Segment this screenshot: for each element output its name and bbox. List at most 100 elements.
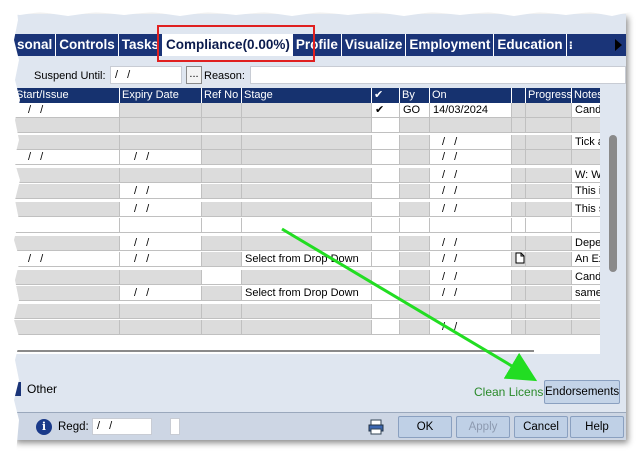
cell-notes[interactable]: [572, 118, 600, 133]
cell-check[interactable]: [372, 270, 400, 285]
cell-ref[interactable]: [202, 202, 242, 217]
cell-start[interactable]: [14, 236, 120, 251]
cell-on[interactable]: / /: [430, 150, 512, 165]
cell-start[interactable]: / /: [14, 252, 120, 267]
suspend-until-input[interactable]: / /: [110, 66, 182, 84]
cell-check[interactable]: [372, 218, 400, 233]
cell-by[interactable]: [400, 304, 430, 319]
cell-notes[interactable]: This ite: [572, 184, 600, 199]
cell-stage[interactable]: [242, 118, 372, 133]
column-header-ref[interactable]: Ref No: [202, 88, 242, 103]
cell-stage[interactable]: [242, 184, 372, 199]
cell-doc[interactable]: [512, 135, 526, 150]
cell-stage[interactable]: [242, 320, 372, 335]
cell-progress[interactable]: [526, 135, 572, 150]
cell-doc[interactable]: [512, 118, 526, 133]
cell-on[interactable]: / /: [430, 135, 512, 150]
cell-expiry[interactable]: [120, 103, 202, 118]
column-header-expiry[interactable]: Expiry Date: [120, 88, 202, 103]
cell-by[interactable]: [400, 150, 430, 165]
cell-start[interactable]: [14, 202, 120, 217]
tab-visualize[interactable]: Visualize: [342, 34, 407, 56]
cell-start[interactable]: / /: [14, 103, 120, 118]
cell-expiry[interactable]: [120, 320, 202, 335]
cell-notes[interactable]: Candid: [572, 270, 600, 285]
cell-doc[interactable]: [512, 103, 526, 118]
cell-check[interactable]: [372, 320, 400, 335]
help-button[interactable]: Help: [570, 416, 624, 438]
cell-doc[interactable]: [512, 270, 526, 285]
cell-on[interactable]: / /: [430, 320, 512, 335]
cell-notes[interactable]: W: Wa: [572, 168, 600, 183]
cell-check[interactable]: ✔: [372, 103, 400, 118]
cell-progress[interactable]: [526, 168, 572, 183]
cell-start[interactable]: [14, 118, 120, 133]
cell-start[interactable]: / /: [14, 150, 120, 165]
cell-expiry[interactable]: / /: [120, 252, 202, 267]
cell-ref[interactable]: [202, 184, 242, 199]
cell-ref[interactable]: [202, 286, 242, 301]
cell-start[interactable]: [14, 286, 120, 301]
cell-ref[interactable]: [202, 168, 242, 183]
tab-employment[interactable]: Employment: [406, 34, 495, 56]
clean-license-link[interactable]: Clean License: [474, 385, 550, 399]
cell-start[interactable]: [14, 168, 120, 183]
cell-stage[interactable]: Select from Drop Down: [242, 252, 372, 267]
reason-input[interactable]: [250, 66, 626, 84]
scroll-thumb[interactable]: [609, 135, 617, 272]
column-header-by[interactable]: By: [400, 88, 430, 103]
cell-progress[interactable]: [526, 320, 572, 335]
cell-expiry[interactable]: / /: [120, 286, 202, 301]
cell-doc[interactable]: [512, 286, 526, 301]
cell-stage[interactable]: [242, 150, 372, 165]
cell-doc[interactable]: [512, 168, 526, 183]
cell-doc[interactable]: [512, 150, 526, 165]
tab-education[interactable]: Education: [494, 34, 567, 56]
cell-on[interactable]: / /: [430, 202, 512, 217]
suspend-date-picker-button[interactable]: ...: [186, 66, 202, 84]
cell-on[interactable]: [430, 304, 512, 319]
cell-doc[interactable]: [512, 236, 526, 251]
cell-progress[interactable]: [526, 286, 572, 301]
cell-progress[interactable]: [526, 118, 572, 133]
cell-on[interactable]: 14/03/2024: [430, 103, 512, 118]
column-header-doc[interactable]: [512, 88, 526, 103]
cell-by[interactable]: [400, 218, 430, 233]
cell-check[interactable]: [372, 168, 400, 183]
cell-progress[interactable]: [526, 252, 572, 267]
cell-by[interactable]: [400, 270, 430, 285]
cell-progress[interactable]: [526, 270, 572, 285]
ok-button[interactable]: OK: [398, 416, 452, 438]
cell-stage[interactable]: Select from Drop Down: [242, 286, 372, 301]
cell-expiry[interactable]: / /: [120, 150, 202, 165]
cell-check[interactable]: [372, 150, 400, 165]
cell-by[interactable]: [400, 286, 430, 301]
cell-stage[interactable]: [242, 236, 372, 251]
column-header-notes[interactable]: Notes: [572, 88, 600, 103]
cell-doc[interactable]: [512, 202, 526, 217]
cell-on[interactable]: / /: [430, 286, 512, 301]
cell-on[interactable]: / /: [430, 236, 512, 251]
cell-by[interactable]: [400, 252, 430, 267]
cell-ref[interactable]: [202, 135, 242, 150]
cell-by[interactable]: [400, 184, 430, 199]
cell-stage[interactable]: [242, 202, 372, 217]
cell-start[interactable]: [14, 218, 120, 233]
cell-notes[interactable]: [572, 320, 600, 335]
cell-expiry[interactable]: / /: [120, 184, 202, 199]
column-header-progress[interactable]: Progress: [526, 88, 572, 103]
print-icon[interactable]: [368, 419, 384, 435]
cell-progress[interactable]: [526, 304, 572, 319]
cell-progress[interactable]: [526, 184, 572, 199]
apply-button[interactable]: Apply: [456, 416, 510, 438]
cell-notes[interactable]: This sh: [572, 202, 600, 217]
cell-stage[interactable]: [242, 270, 372, 285]
cell-check[interactable]: [372, 202, 400, 217]
cell-on[interactable]: / /: [430, 184, 512, 199]
cell-expiry[interactable]: / /: [120, 202, 202, 217]
cell-check[interactable]: [372, 304, 400, 319]
tab-scroll-right-icon[interactable]: [615, 39, 622, 51]
cell-check[interactable]: [372, 236, 400, 251]
cell-start[interactable]: [14, 184, 120, 199]
cancel-button[interactable]: Cancel: [514, 416, 568, 438]
